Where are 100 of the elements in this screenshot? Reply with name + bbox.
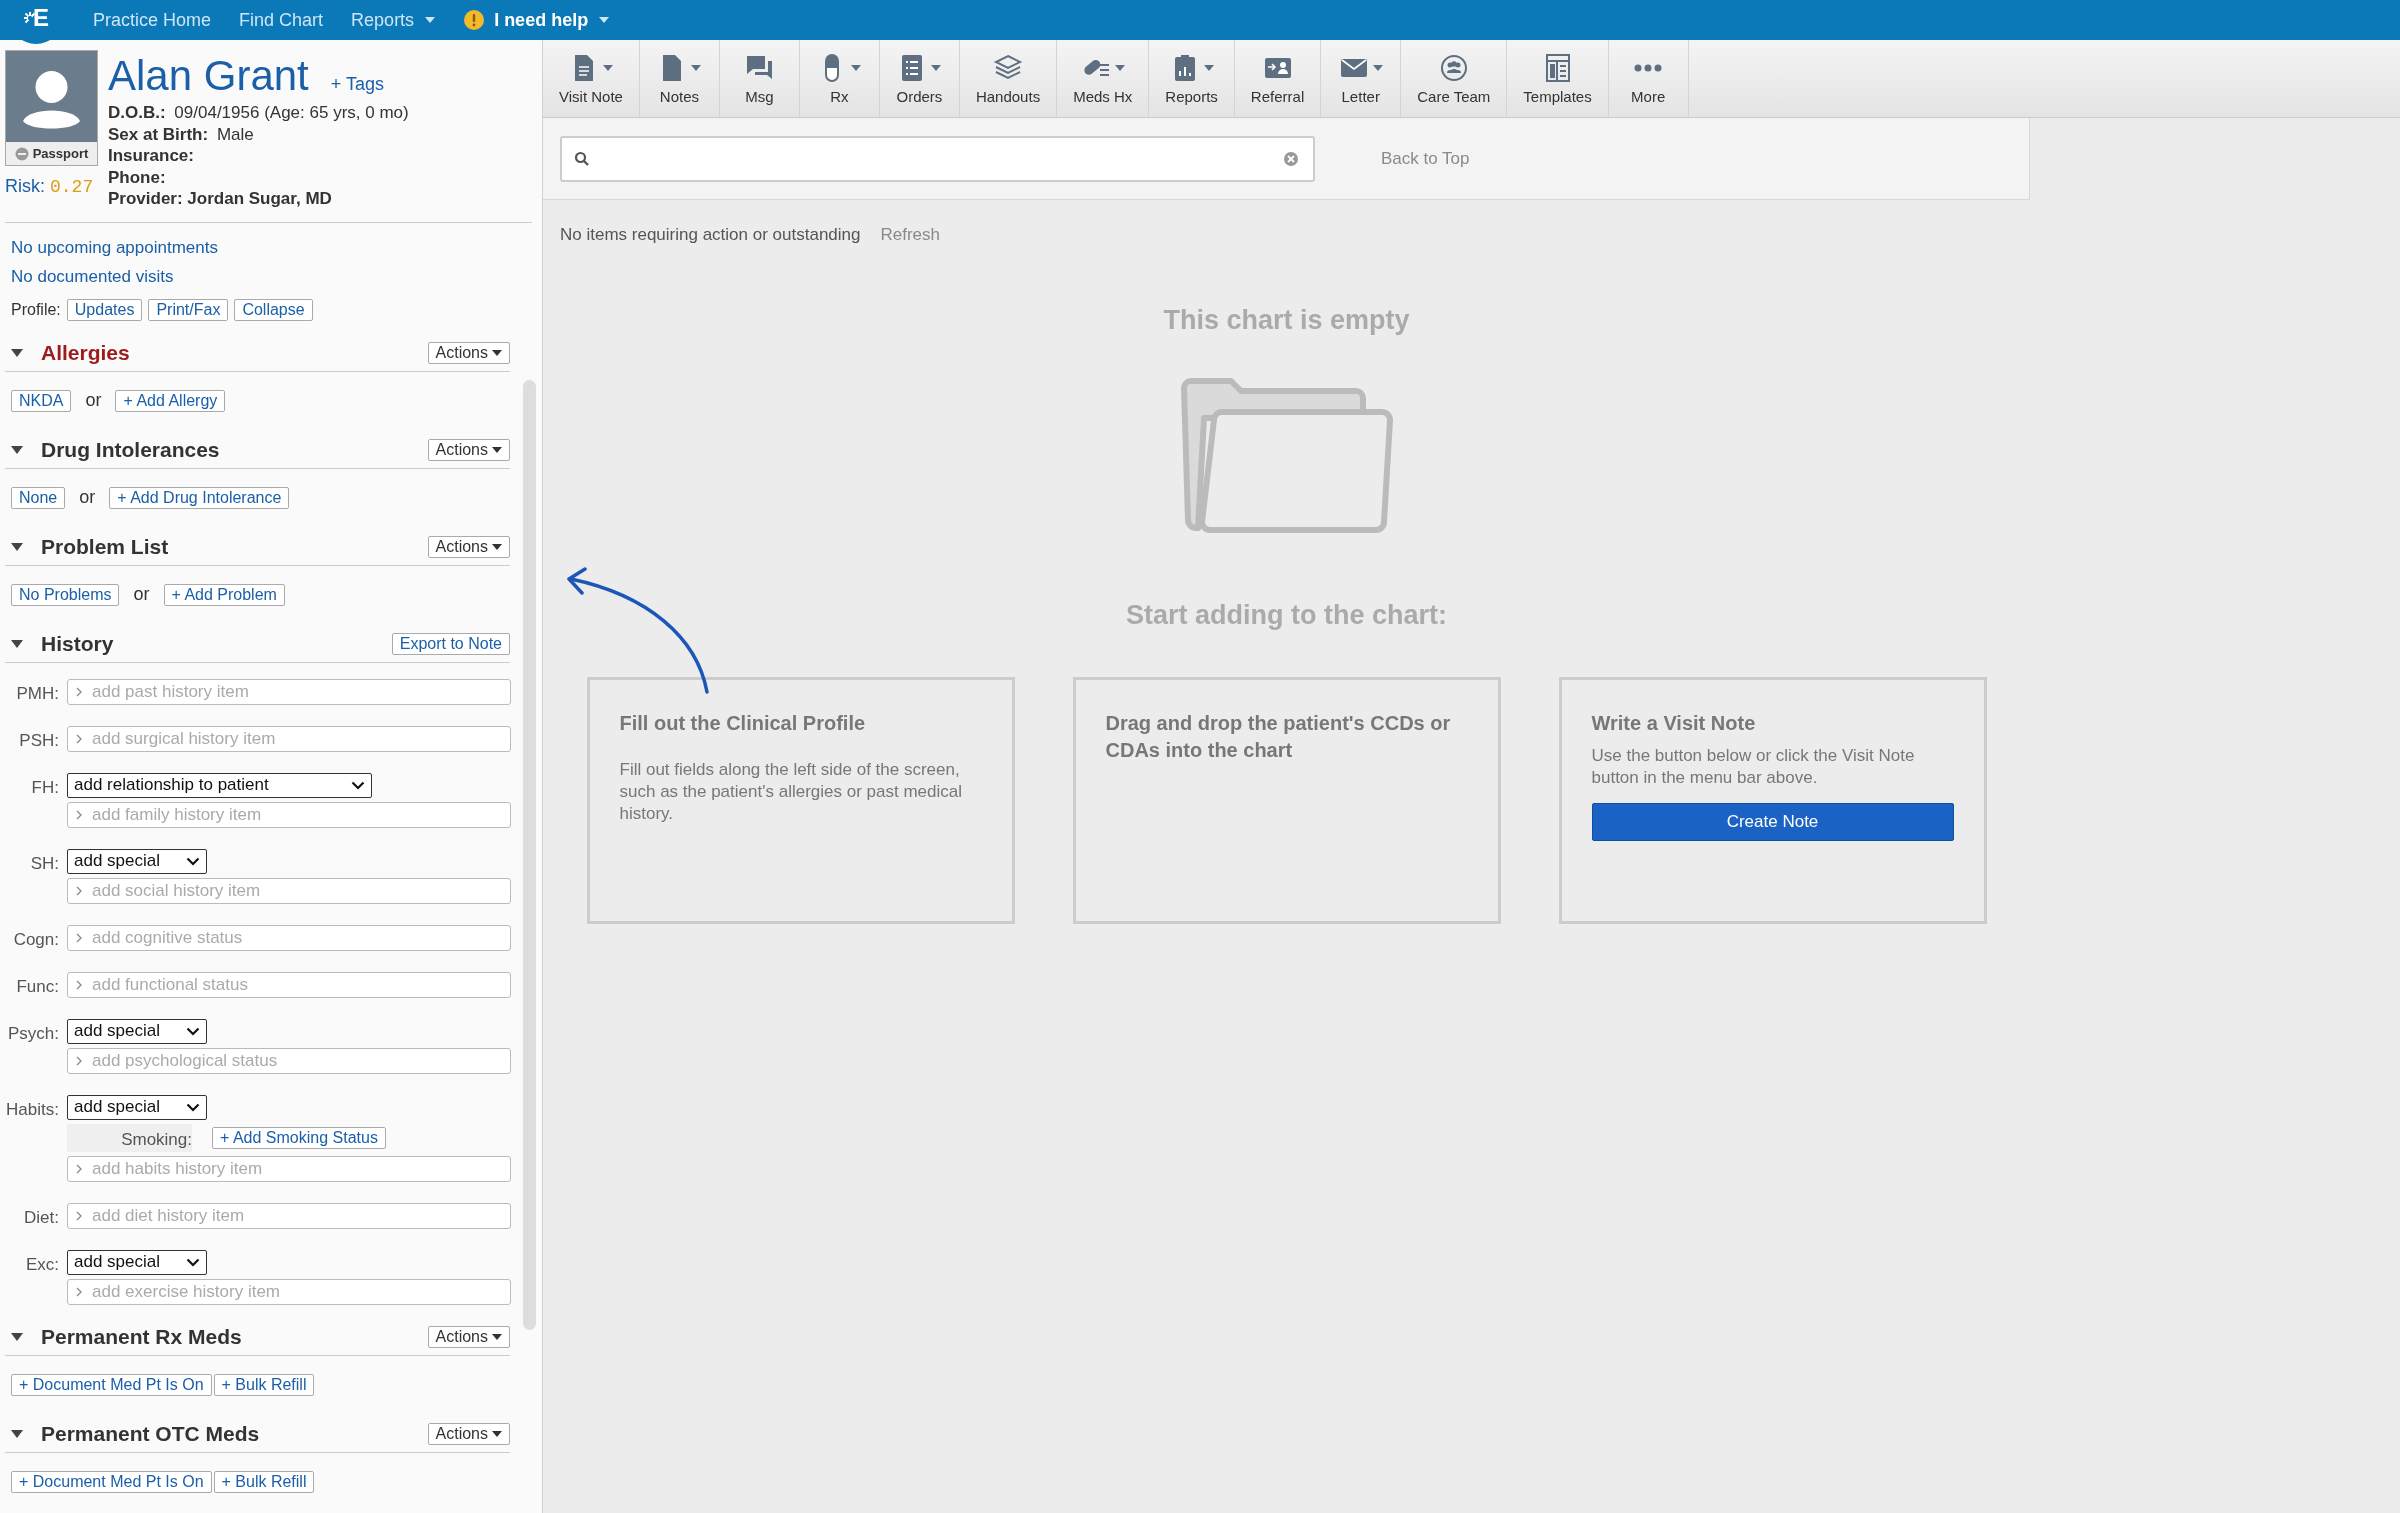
caret-icon xyxy=(1114,65,1125,71)
chevron-icon xyxy=(186,1026,200,1036)
toolbar-button[interactable]: Templates xyxy=(1507,40,1609,117)
add-button[interactable]: + Document Med Pt Is On xyxy=(11,1470,212,1493)
add-button[interactable]: No Problems xyxy=(11,583,120,606)
caret-icon xyxy=(691,65,702,71)
field-label: Exc: xyxy=(24,1253,59,1276)
add-button[interactable]: + Add Allergy xyxy=(115,389,226,412)
chevron-icon xyxy=(76,809,82,820)
toolbar-button[interactable]: Msg xyxy=(719,40,800,117)
profile-button[interactable]: Updates xyxy=(66,298,143,321)
section-title: History xyxy=(41,631,115,656)
add-smoking-button[interactable]: + Add Smoking Status xyxy=(212,1126,386,1149)
dropdown[interactable]: add special xyxy=(67,1249,207,1275)
profile-button[interactable]: Print/Fax xyxy=(148,298,229,321)
add-button[interactable]: None xyxy=(11,486,66,509)
nav-link[interactable]: Reports xyxy=(337,9,450,31)
collapse-icon[interactable] xyxy=(11,1332,23,1341)
collapse-icon[interactable] xyxy=(11,1429,23,1438)
patient-detail: Phone: xyxy=(108,166,167,188)
nav-link[interactable]: Practice Home xyxy=(79,9,226,31)
field-label: SH: xyxy=(29,852,59,875)
add-button[interactable]: + Bulk Refill xyxy=(213,1470,315,1493)
chevron-icon xyxy=(76,1286,82,1297)
create-note-button[interactable]: Create Note xyxy=(1591,803,1954,841)
tags-link[interactable]: + Tags xyxy=(330,74,384,95)
card-title: Fill out the Clinical Profile xyxy=(619,711,867,736)
status-message: No items requiring action or outstanding xyxy=(560,225,861,245)
toolbar-button[interactable]: Notes xyxy=(639,40,720,117)
link[interactable]: No upcoming appointments xyxy=(5,232,224,262)
nav-link[interactable]: I need help xyxy=(449,9,624,31)
chevron-icon xyxy=(186,1257,200,1267)
chevron-icon xyxy=(186,856,200,866)
collapse-icon[interactable] xyxy=(11,542,23,551)
dropdown[interactable]: add special xyxy=(67,1018,207,1044)
toolbar-button[interactable]: Care Team xyxy=(1401,40,1508,117)
add-button[interactable]: + Add Problem xyxy=(163,583,285,606)
chevron-icon xyxy=(76,979,82,990)
dropdown[interactable]: add special xyxy=(67,848,207,874)
clear-icon[interactable] xyxy=(1283,150,1299,167)
toolbar-button[interactable]: Orders xyxy=(879,40,960,117)
toolbar-button[interactable]: Meds Hx xyxy=(1057,40,1150,117)
add-button[interactable]: + Document Med Pt Is On xyxy=(11,1373,212,1396)
actions-button[interactable]: Actions xyxy=(427,341,510,364)
search-field[interactable] xyxy=(560,135,1315,182)
risk-score: Risk: 0.27 xyxy=(5,176,95,197)
nav-link[interactable]: Find Chart xyxy=(225,9,338,31)
add-button[interactable]: + Add Drug Intolerance xyxy=(109,486,290,509)
add-button[interactable]: NKDA xyxy=(11,389,72,412)
empty-subtitle: Start adding to the chart: xyxy=(1126,600,1447,631)
caret-icon xyxy=(602,65,613,71)
caret-icon xyxy=(851,65,862,71)
collapse-icon[interactable] xyxy=(11,445,23,454)
field-label: FH: xyxy=(30,776,59,799)
or-label: or xyxy=(133,584,150,605)
toolbar-button[interactable]: Reports xyxy=(1149,40,1235,117)
minus-icon xyxy=(14,146,29,161)
caret-icon xyxy=(492,349,502,356)
chevron-icon xyxy=(186,1102,200,1112)
collapse-icon[interactable] xyxy=(11,639,23,648)
team-icon xyxy=(1438,53,1469,83)
export-button[interactable]: Export to Note xyxy=(391,632,510,655)
section-title: Problem List xyxy=(41,534,170,559)
caret-icon xyxy=(492,543,502,550)
chevron-icon xyxy=(76,885,82,896)
toolbar-button[interactable]: Visit Note xyxy=(543,40,640,117)
toolbar-button[interactable]: Letter xyxy=(1321,40,1402,117)
link[interactable]: No documented visits xyxy=(5,261,180,291)
section-title: Permanent Rx Meds xyxy=(41,1324,243,1349)
collapse-icon[interactable] xyxy=(11,348,23,357)
or-label: or xyxy=(85,390,102,411)
warning-icon xyxy=(463,9,486,31)
profile-label: Profile: xyxy=(11,300,61,319)
chevron-icon xyxy=(76,733,82,744)
chevron-icon xyxy=(76,1055,82,1066)
actions-button[interactable]: Actions xyxy=(427,535,510,558)
chevron-icon xyxy=(76,1163,82,1174)
card-title: Write a Visit Note xyxy=(1591,711,1757,736)
toolbar-button[interactable]: Handouts xyxy=(959,40,1058,117)
scrollbar[interactable] xyxy=(523,380,536,1330)
profile-button[interactable]: Collapse xyxy=(234,298,313,321)
patient-detail: Provider: Jordan Sugar, MD xyxy=(108,188,333,210)
avatar-icon xyxy=(6,51,97,142)
dropdown[interactable]: add relationship to patient xyxy=(67,772,372,798)
caret-icon xyxy=(1372,65,1383,71)
card-text: Fill out fields along the left side of the screen, such as the patient's allergies or past medical history. xyxy=(619,759,963,825)
toolbar-button[interactable]: Rx xyxy=(799,40,880,117)
toolbar-button[interactable]: Referral xyxy=(1234,40,1322,117)
actions-button[interactable]: Actions xyxy=(427,1422,510,1445)
add-button[interactable]: + Bulk Refill xyxy=(213,1373,315,1396)
card-text: Use the button below or click the Visit Note button in the menu bar above. xyxy=(1591,745,1916,789)
or-label: or xyxy=(79,487,96,508)
chevron-icon xyxy=(76,686,82,697)
toolbar-button[interactable]: More xyxy=(1608,40,1689,117)
actions-button[interactable]: Actions xyxy=(427,438,510,461)
dropdown[interactable]: add special xyxy=(67,1094,207,1120)
field-label: Habits: xyxy=(5,1098,59,1121)
field-label: Cogn: xyxy=(12,928,59,951)
actions-button[interactable]: Actions xyxy=(427,1325,510,1348)
chevron-icon xyxy=(351,780,365,790)
